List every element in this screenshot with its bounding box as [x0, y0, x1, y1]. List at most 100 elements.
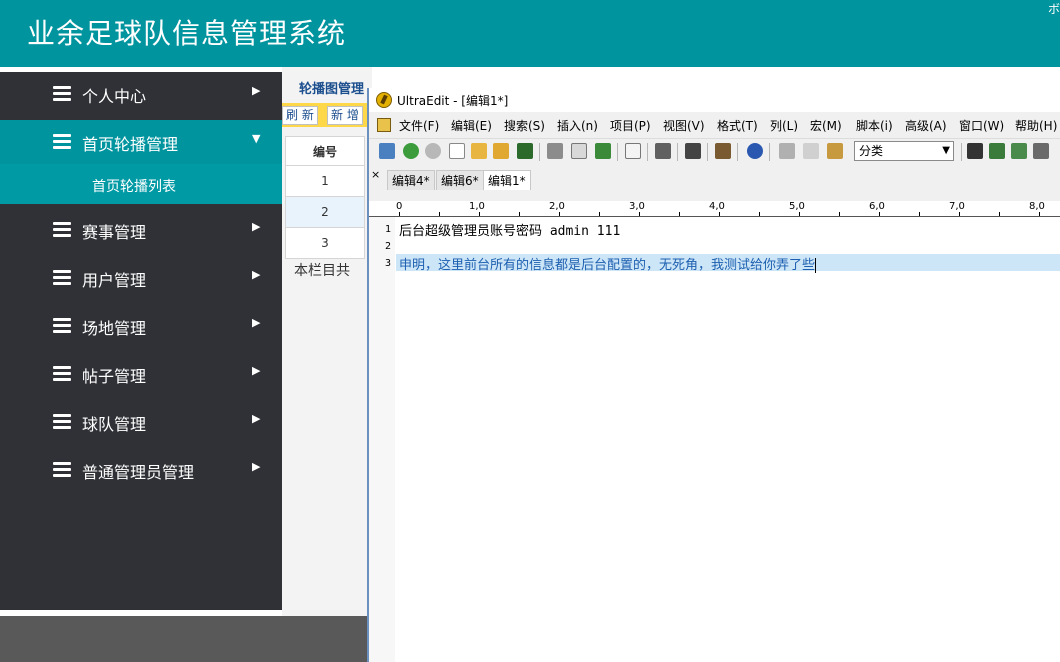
replace-icon[interactable] — [1033, 143, 1049, 159]
editor-line-text: 申明，这里前台所有的信息都是后台配置的，无死角，我测试给你弄了些 — [399, 258, 816, 273]
print-icon[interactable] — [547, 143, 563, 159]
menu-advanced[interactable]: 高级(A) — [905, 117, 947, 134]
copy-icon[interactable] — [803, 143, 819, 159]
browser-icon[interactable] — [747, 143, 763, 159]
window-titlebar[interactable]: UltraEdit - [编辑1*] — [369, 88, 1060, 112]
paste-icon[interactable] — [827, 143, 843, 159]
refresh-button[interactable]: 刷 新 — [282, 106, 318, 125]
find-next-icon[interactable] — [989, 143, 1005, 159]
chevron-right-icon: ▶ — [252, 412, 261, 425]
carousel-table: 编号 1 2 3 — [285, 136, 365, 259]
open-folder-icon[interactable] — [471, 143, 487, 159]
chevron-right-icon: ▶ — [252, 364, 261, 377]
menu-edit[interactable]: 编辑(E) — [451, 117, 492, 134]
sidebar-item-label: 赛事管理 — [82, 223, 147, 242]
sidebar-subitem-label: 首页轮播列表 — [92, 179, 176, 195]
sidebar-item-team-management[interactable]: 球队管理 ▶ — [0, 400, 282, 444]
print-preview-icon[interactable] — [571, 143, 587, 159]
footer-bar — [0, 616, 370, 662]
editor-line[interactable]: 后台超级管理员账号密码 admin 111 — [399, 220, 620, 239]
sidebar-item-admin-management[interactable]: 普通管理员管理 ▶ — [0, 448, 282, 492]
open-recent-folder-icon[interactable] — [493, 143, 509, 159]
menu-view[interactable]: 视图(V) — [663, 117, 705, 134]
spell-check-icon[interactable] — [595, 143, 611, 159]
ruler-mark — [799, 212, 800, 216]
header-corner-text[interactable]: ボ — [1048, 0, 1060, 17]
save-icon[interactable] — [517, 143, 533, 159]
sidebar-item-label: 普通管理员管理 — [82, 463, 195, 482]
toolbar-separator — [707, 143, 708, 161]
add-button[interactable]: 新 增 — [327, 106, 363, 125]
chevron-right-icon: ▶ — [252, 316, 261, 329]
line-number-gutter: 1 2 3 — [369, 217, 395, 662]
toolbar-separator — [677, 143, 678, 161]
forward-arrow-icon[interactable] — [425, 143, 441, 159]
find-previous-icon[interactable] — [1011, 143, 1027, 159]
document-list-icon[interactable] — [715, 143, 731, 159]
sidebar: 个人中心 ▶ 首页轮播管理 ▼ 首页轮播列表 赛事管理 ▶ 用户管理 ▶ 场地管… — [0, 72, 282, 610]
toolbar-separator — [769, 143, 770, 161]
close-tab-icon[interactable]: × — [371, 168, 380, 181]
window-title: UltraEdit - [编辑1*] — [397, 94, 509, 108]
sidebar-item-venue-management[interactable]: 场地管理 ▶ — [0, 304, 282, 348]
ruler-label: 8,0 — [1029, 201, 1045, 212]
line-number: 2 — [385, 241, 392, 252]
document-tabs: × 编辑4* 编辑6* 编辑1* — [369, 168, 1060, 192]
text-editor[interactable]: 1 2 3 后台超级管理员账号密码 admin 111 申明，这里前台所有的信息… — [369, 217, 1060, 662]
page-title: 轮播图管理 — [299, 82, 365, 97]
ruler-mark — [439, 212, 440, 216]
table-cell-id[interactable]: 2 — [285, 196, 365, 228]
menu-search[interactable]: 搜索(S) — [504, 117, 545, 134]
line-number: 1 — [385, 224, 392, 235]
menu-column[interactable]: 列(L) — [770, 117, 798, 134]
cut-icon[interactable] — [779, 143, 795, 159]
tab-edit4[interactable]: 编辑4* — [387, 170, 435, 190]
clipboard-select[interactable]: 分类 ▼ — [854, 141, 954, 161]
ultraedit-window[interactable]: UltraEdit - [编辑1*] 文件(F) 编辑(E) 搜索(S) 插入(… — [367, 88, 1060, 662]
table-cell-id[interactable]: 1 — [285, 165, 365, 197]
main-content: 轮播图管理 刷 新 新 增 编号 1 2 3 本栏目共 — [282, 67, 372, 616]
sidebar-subitem-carousel-list[interactable]: 首页轮播列表 — [0, 164, 282, 204]
editor-line-selected[interactable]: 申明，这里前台所有的信息都是后台配置的，无死角，我测试给你弄了些 — [396, 254, 1060, 273]
ruler-mark — [679, 212, 680, 216]
chevron-down-icon: ▼ — [942, 145, 950, 156]
sidebar-item-label: 场地管理 — [82, 319, 147, 338]
menu-window[interactable]: 窗口(W) — [959, 117, 1004, 134]
table-cell-id[interactable]: 3 — [285, 227, 365, 259]
chevron-right-icon: ▶ — [252, 220, 261, 233]
menu-project[interactable]: 项目(P) — [610, 117, 651, 134]
ruler-mark — [879, 212, 880, 216]
recent-files-icon[interactable] — [379, 143, 395, 159]
menu-file[interactable]: 文件(F) — [399, 117, 439, 134]
word-wrap-icon[interactable] — [625, 143, 641, 159]
menu-script[interactable]: 脚本(i) — [856, 117, 893, 134]
find-icon[interactable] — [967, 143, 983, 159]
stack-icon — [53, 134, 71, 150]
format-lines-icon[interactable] — [655, 143, 671, 159]
document-menu-icon[interactable] — [377, 118, 391, 132]
hex-mode-icon[interactable] — [685, 143, 701, 159]
ruler-mark — [719, 212, 720, 216]
tab-edit1[interactable]: 编辑1* — [483, 170, 531, 190]
menu-macro[interactable]: 宏(M) — [810, 117, 842, 134]
sidebar-item-match-management[interactable]: 赛事管理 ▶ — [0, 208, 282, 252]
ruler-label: 6,0 — [869, 201, 885, 212]
ruler-mark — [559, 212, 560, 216]
menu-format[interactable]: 格式(T) — [717, 117, 758, 134]
menu-insert[interactable]: 插入(n) — [557, 117, 598, 134]
sidebar-item-label: 用户管理 — [82, 271, 147, 290]
ruler-label: 0 — [396, 201, 403, 212]
sidebar-item-user-management[interactable]: 用户管理 ▶ — [0, 256, 282, 300]
sidebar-item-carousel-management[interactable]: 首页轮播管理 ▼ — [0, 120, 282, 164]
table-total-text: 本栏目共 — [294, 263, 350, 279]
sidebar-item-post-management[interactable]: 帖子管理 ▶ — [0, 352, 282, 396]
sidebar-item-personal-center[interactable]: 个人中心 ▶ — [0, 72, 282, 116]
column-header-id: 编号 — [285, 136, 365, 166]
chevron-right-icon: ▶ — [252, 268, 261, 281]
sidebar-item-label: 帖子管理 — [82, 367, 147, 386]
new-file-icon[interactable] — [449, 143, 465, 159]
sidebar-item-label: 球队管理 — [82, 415, 147, 434]
menu-help[interactable]: 帮助(H) — [1015, 117, 1057, 134]
back-arrow-icon[interactable] — [403, 143, 419, 159]
tab-edit6[interactable]: 编辑6* — [436, 170, 484, 190]
